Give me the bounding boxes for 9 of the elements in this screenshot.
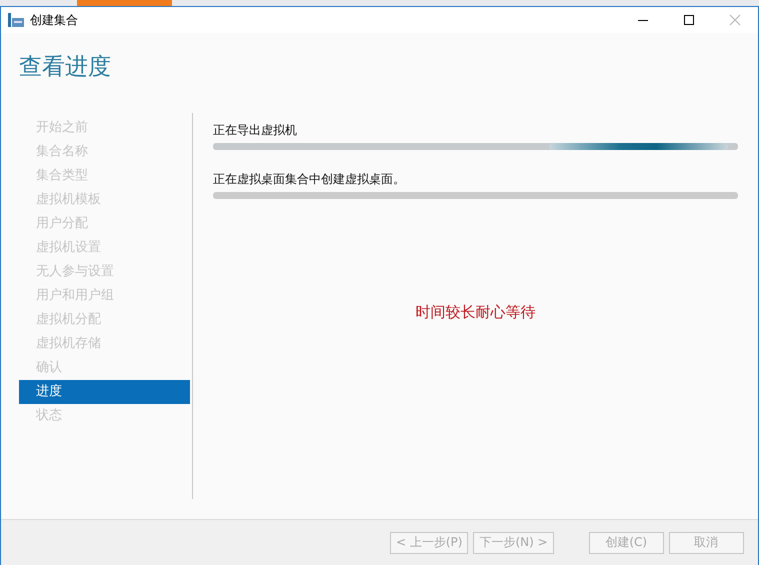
window-title: 创建集合 bbox=[30, 12, 78, 28]
server-icon bbox=[8, 13, 24, 27]
wizard-step[interactable]: 进度 bbox=[19, 380, 190, 404]
task-label: 正在虚拟桌面集合中创建虚拟桌面。 bbox=[213, 171, 406, 188]
page-heading: 查看进度 bbox=[19, 52, 111, 82]
wait-note: 时间较长耐心等待 bbox=[416, 303, 536, 322]
maximize-icon bbox=[683, 14, 695, 26]
task-label: 正在导出虚拟机 bbox=[213, 122, 298, 139]
close-icon bbox=[729, 14, 741, 26]
